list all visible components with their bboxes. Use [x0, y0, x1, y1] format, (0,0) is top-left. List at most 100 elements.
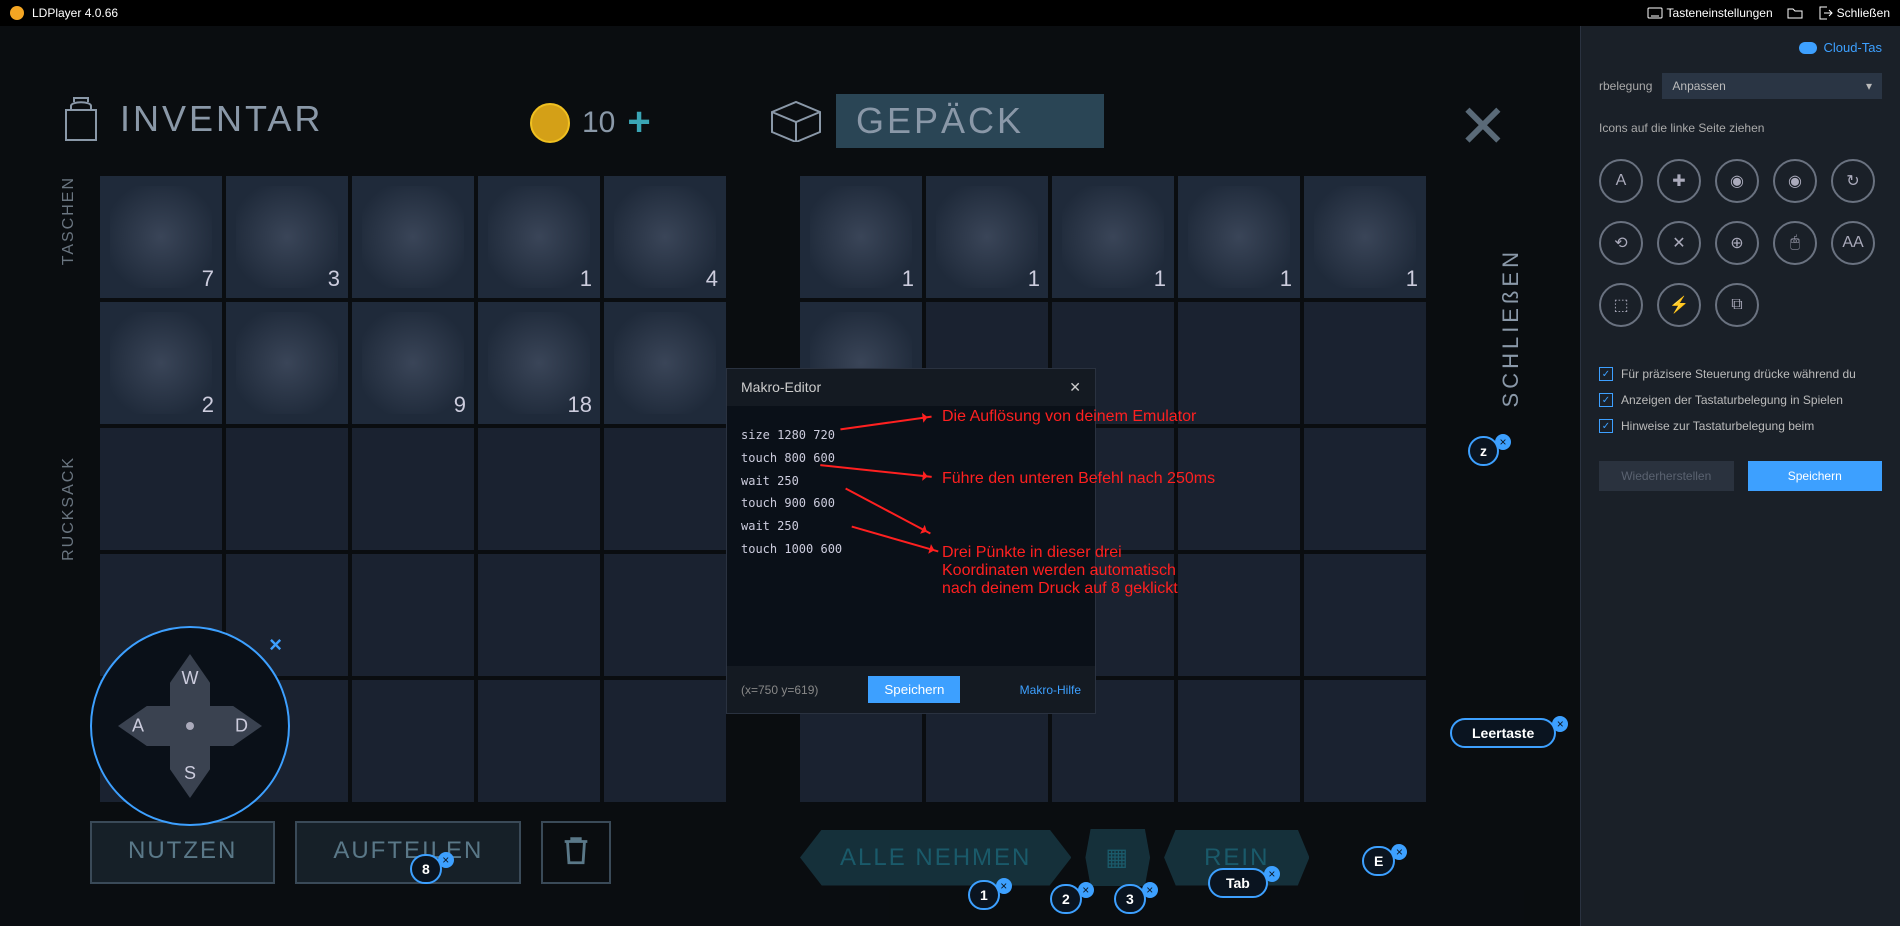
- inventory-slot[interactable]: [226, 302, 348, 424]
- gepack-slot[interactable]: [1304, 680, 1426, 802]
- annotation-3: Drei Pünkte in dieser drei Koordinaten w…: [942, 544, 1178, 598]
- key-badge-1[interactable]: 1×: [968, 880, 1012, 910]
- macro-lightning-icon[interactable]: ⚡: [1657, 283, 1701, 327]
- grid-toggle-button[interactable]: ▦: [1085, 829, 1150, 886]
- gepack-slot[interactable]: 1: [1304, 176, 1426, 298]
- key-badge-2[interactable]: 2×: [1050, 884, 1094, 914]
- trash-button[interactable]: [541, 821, 611, 884]
- gepack-slot[interactable]: 1: [926, 176, 1048, 298]
- control-icon-palette: A ✚ ◉ ◉ ↻ ⟲ ✕ ⊕ 🖱 AA ⬚ ⚡ ⧉: [1599, 159, 1882, 327]
- macro-help-link[interactable]: Makro-Hilfe: [1020, 683, 1081, 697]
- option-checkbox-2[interactable]: ✓Hinweise zur Tastaturbelegung beim: [1599, 419, 1882, 433]
- close-app-button[interactable]: Schließen: [1817, 5, 1890, 21]
- gepack-slot[interactable]: [1304, 554, 1426, 676]
- gepack-slot[interactable]: [1304, 302, 1426, 424]
- coin-display: 10 +: [530, 100, 651, 145]
- close-label-vertical[interactable]: SCHLIEßEN: [1498, 248, 1524, 407]
- dpad-plus-icon[interactable]: ✚: [1657, 159, 1701, 203]
- gepack-header: GEPÄCK: [770, 94, 1104, 148]
- inventory-slot[interactable]: 3: [226, 176, 348, 298]
- dpad-key-a: A: [132, 716, 144, 737]
- inventory-slot[interactable]: 9: [352, 302, 474, 424]
- cloud-sync-link[interactable]: Cloud-Tas: [1599, 40, 1882, 55]
- inventory-slot[interactable]: [352, 428, 474, 550]
- save-button[interactable]: Speichern: [1748, 461, 1883, 491]
- key-badge-e[interactable]: E×: [1362, 846, 1407, 876]
- rucksack-label: RUCKSACK: [60, 456, 78, 561]
- macro-save-button[interactable]: Speichern: [868, 676, 960, 703]
- chevron-down-icon: ▾: [1866, 79, 1872, 93]
- inventory-slot[interactable]: 2: [100, 302, 222, 424]
- key-badge-tab[interactable]: Tab×: [1208, 868, 1280, 898]
- inventory-slot[interactable]: [352, 554, 474, 676]
- inventory-slot[interactable]: [100, 428, 222, 550]
- swipe-icon[interactable]: ⟲: [1599, 221, 1643, 265]
- option-checkbox-0[interactable]: ✓Für präzisere Steuerung drücke während …: [1599, 367, 1882, 381]
- text-aa-icon[interactable]: AA: [1831, 221, 1875, 265]
- key-badge-3[interactable]: 3×: [1114, 884, 1158, 914]
- inventory-slot[interactable]: [478, 680, 600, 802]
- vibrate-icon[interactable]: ⬚: [1599, 283, 1643, 327]
- inventory-slot[interactable]: 7: [100, 176, 222, 298]
- annotation-2: Führe den unteren Befehl nach 250ms: [942, 470, 1215, 488]
- annotation-1: Die Auflösung von deinem Emulator: [942, 408, 1196, 426]
- dpad-control[interactable]: × W S A D: [90, 626, 290, 826]
- gepack-slot[interactable]: [1178, 680, 1300, 802]
- aim-icon[interactable]: ⊕: [1715, 221, 1759, 265]
- layout-dropdown[interactable]: Anpassen ▾: [1662, 73, 1882, 99]
- inventory-slot[interactable]: [478, 428, 600, 550]
- macro-script-area[interactable]: size 1280 720touch 800 600wait 250touch …: [727, 406, 1095, 666]
- restore-button[interactable]: Wiederherstellen: [1599, 461, 1734, 491]
- inventory-slot[interactable]: [604, 302, 726, 424]
- app-title: LDPlayer 4.0.66: [32, 6, 118, 20]
- screenshot-icon[interactable]: ⧉: [1715, 283, 1759, 327]
- gepack-slot[interactable]: 1: [1052, 176, 1174, 298]
- take-all-button[interactable]: ALLE NEHMEN: [800, 830, 1071, 886]
- inventory-slot[interactable]: 1: [478, 176, 600, 298]
- macro-footer: (x=750 y=619) Speichern Makro-Hilfe: [727, 666, 1095, 713]
- crosshair-swords-icon[interactable]: ✕: [1657, 221, 1701, 265]
- folder-button[interactable]: [1787, 5, 1803, 21]
- inventory-slot[interactable]: 4: [604, 176, 726, 298]
- eye-view-icon[interactable]: ◉: [1773, 159, 1817, 203]
- gepack-slot[interactable]: [1178, 554, 1300, 676]
- drag-hint: Icons auf die linke Seite ziehen: [1599, 121, 1882, 135]
- trash-icon: [559, 833, 593, 867]
- split-button[interactable]: AUFTEILEN: [295, 821, 521, 884]
- use-button[interactable]: NUTZEN: [90, 821, 275, 884]
- checkbox-icon: ✓: [1599, 393, 1613, 407]
- inventory-slot[interactable]: [604, 554, 726, 676]
- inventory-actions: NUTZEN AUFTEILEN: [90, 821, 611, 884]
- key-a-icon[interactable]: A: [1599, 159, 1643, 203]
- gepack-slot[interactable]: [1178, 302, 1300, 424]
- close-inventory-button[interactable]: ✕: [1458, 92, 1508, 162]
- key-badge-8[interactable]: 8×: [410, 854, 454, 884]
- dpad-close-icon[interactable]: ×: [269, 632, 282, 658]
- inventory-slot[interactable]: [352, 680, 474, 802]
- inventory-slot[interactable]: [352, 176, 474, 298]
- keyboard-icon: [1647, 5, 1663, 21]
- macro-coord-readout: (x=750 y=619): [741, 683, 818, 697]
- macro-close-button[interactable]: ✕: [1069, 379, 1081, 396]
- fire-button-icon[interactable]: ◉: [1715, 159, 1759, 203]
- gravity-sensor-icon[interactable]: ↻: [1831, 159, 1875, 203]
- taschen-label: TASCHEN: [60, 176, 78, 265]
- inventory-slot[interactable]: [226, 428, 348, 550]
- key-badge-z[interactable]: z×: [1468, 436, 1511, 466]
- key-badge-space[interactable]: Leertaste×: [1450, 718, 1568, 748]
- gepack-slot[interactable]: 1: [1178, 176, 1300, 298]
- gepack-slot[interactable]: [1178, 428, 1300, 550]
- inventory-slot[interactable]: 18: [478, 302, 600, 424]
- add-coins-button[interactable]: +: [627, 100, 650, 145]
- inventory-slot[interactable]: [478, 554, 600, 676]
- inventory-slot[interactable]: [604, 680, 726, 802]
- inventory-slot[interactable]: [604, 428, 726, 550]
- option-checkbox-1[interactable]: ✓Anzeigen der Tastaturbelegung in Spiele…: [1599, 393, 1882, 407]
- gepack-title: GEPÄCK: [836, 94, 1104, 148]
- gepack-slot[interactable]: 1: [800, 176, 922, 298]
- panel-button-row: Wiederherstellen Speichern: [1599, 461, 1882, 491]
- keyboard-settings-button[interactable]: Tasteneinstellungen: [1647, 5, 1773, 21]
- gepack-slot[interactable]: [1304, 428, 1426, 550]
- mouse-icon[interactable]: 🖱: [1773, 221, 1817, 265]
- dpad-key-w: W: [182, 668, 199, 689]
